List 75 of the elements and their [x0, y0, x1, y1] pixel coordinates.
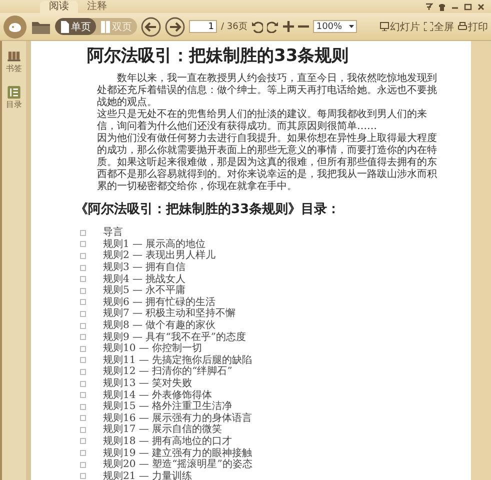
bullet-icon — [80, 310, 86, 317]
contents-item: 规则3 — 拥有自信 — [103, 262, 186, 274]
contents-item: 规则4 — 挑战女人 — [103, 274, 186, 285]
bullet-icon — [80, 450, 86, 456]
printer-icon — [458, 22, 467, 31]
maximize-icon[interactable] — [464, 2, 472, 10]
paragraph: 因为他们没有做任何努力去进行自我提升。如果你想在异性身上取得最大程度的成功，那么你就需要抛开表面上的那些无意义的事情，而要打造你的内在特质。如果这听起来很难做，那是因为这真的很难，但所有那些值得去拥有的东西都不是那么容易就得到的。对你来说幸运的是，我把我从一路跋山涉水而积累的一切秘密都交给你，你现在就拿在手中。 — [97, 133, 438, 193]
contents-item: 规则8 — 做个有趣的家伙 — [103, 320, 216, 332]
book-icon — [8, 50, 20, 63]
rotate-right-icon[interactable] — [267, 20, 280, 32]
bullet-icon — [80, 462, 86, 468]
toolbar-button[interactable]: 打印 — [458, 20, 488, 34]
contents-item: 规则13 — 笑对失败 — [103, 378, 192, 390]
contents-item: 规则14 — 外表修饰得体 — [103, 390, 212, 401]
page-view-tab[interactable]: 单页 — [55, 18, 96, 35]
contents-item: 规则18 — 拥有高地位的口才 — [103, 436, 232, 447]
bullet-icon — [80, 392, 86, 398]
projector-icon — [380, 22, 389, 31]
page-count: / 36页 — [221, 21, 248, 33]
caret-icon — [349, 25, 354, 28]
bullet-icon — [80, 426, 86, 433]
contents-item: 规则15 — 格外注重卫生洁净 — [103, 401, 232, 412]
bullet-icon — [80, 368, 86, 375]
contents-item: 规则21 — 力量训练 — [103, 470, 192, 480]
contents-item: 规则12 — 扫清你的“绊脚石” — [103, 366, 232, 378]
zoom-in-icon[interactable] — [283, 21, 294, 32]
bullet-icon — [80, 334, 86, 340]
contents-item: 规则16 — 展示强有力的身体语言 — [103, 412, 252, 424]
rotate-left-icon[interactable] — [251, 20, 264, 32]
close-icon[interactable] — [477, 2, 485, 10]
tab[interactable]: 阅读 — [40, 1, 78, 13]
bullet-icon — [80, 276, 86, 282]
bullet-icon — [80, 230, 86, 236]
contents-item: 规则19 — 建立强有力的眼神接触 — [103, 448, 252, 459]
bullet-icon — [80, 473, 86, 480]
bullet-icon — [80, 322, 86, 329]
contents-item: 规则7 — 积极主动和坚持不懈 — [103, 308, 236, 320]
bullet-icon — [80, 252, 86, 259]
logo-icon[interactable] — [3, 14, 27, 38]
sidebar-item[interactable]: 目录 — [6, 86, 22, 110]
contents-item: 规则17 — 展示自信的微笑 — [103, 424, 222, 436]
zoom-dropdown[interactable]: 100% — [313, 20, 358, 33]
bullet-icon — [80, 404, 86, 410]
shirt-icon[interactable] — [438, 2, 446, 10]
contents-item: 规则1 — 展示高的地位 — [103, 238, 206, 250]
paragraph: 这些只是无处不在的兜售给男人们的扯淡的建议。每周我都收到男人们的来信，询问着为什么他们还没有获得成功。而其原因则很简单…… — [97, 109, 428, 132]
contents-item: 规则6 — 拥有忙碌的生活 — [103, 296, 216, 308]
bullet-icon — [80, 415, 86, 422]
contents-item: 规则10 — 你控制一切 — [103, 343, 202, 354]
toolbar-button[interactable]: 幻灯片 — [380, 20, 420, 34]
contents-item: 规则11 — 先搞定拖你后腿的缺陷 — [103, 354, 252, 366]
sidebar-item[interactable]: 书签 — [6, 50, 22, 74]
list-icon — [8, 86, 20, 99]
contents-heading: 《阿尔法吸引：把妹制胜的33条规则》目录： — [75, 201, 342, 219]
bullet-icon — [80, 241, 86, 248]
bullet-icon — [80, 357, 86, 364]
contents-item: 导言 — [103, 227, 123, 238]
expand-icon — [424, 22, 433, 31]
paragraph: 数年以来，我一直在教授男人约会技巧，直至今日，我依然吃惊地发现到处都还充斥着错误的信息：做个绅士。等上两天再打电话给她。永远也不要挑战她的观点。 — [97, 73, 438, 108]
bullet-icon — [80, 380, 86, 387]
contents-item: 规则9 — 具有“我不在乎”的态度 — [103, 332, 246, 343]
page-icon — [60, 20, 69, 32]
tab[interactable]: 注释 — [78, 1, 116, 13]
contents-item: 规则20 — 塑造“摇滚明星”的姿态 — [103, 459, 252, 470]
bullet-icon — [80, 438, 86, 444]
contents-item: 规则2 — 表现出男人样儿 — [103, 250, 216, 262]
bullet-icon — [80, 299, 86, 306]
bullet-icon — [80, 264, 86, 271]
toolbar-button[interactable]: 全屏 — [424, 20, 454, 34]
two-pages-icon — [101, 20, 110, 32]
bullet-icon — [80, 288, 86, 294]
document-title: 阿尔法吸引：把妹制胜的33条规则 — [87, 45, 350, 67]
contents-item: 规则5 — 永不平庸 — [103, 285, 186, 296]
page-number-field[interactable]: 1 — [189, 20, 217, 33]
bullet-icon — [80, 346, 86, 352]
